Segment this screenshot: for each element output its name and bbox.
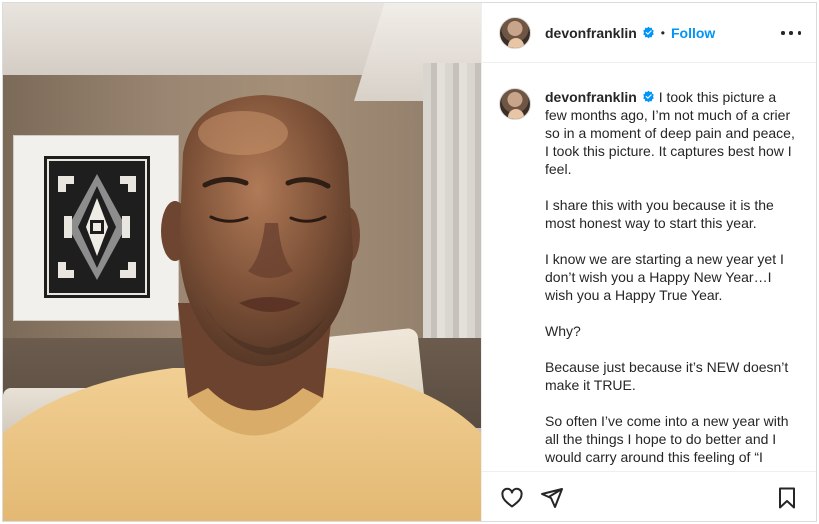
header-separator: •: [660, 25, 665, 40]
post-photo[interactable]: [3, 3, 481, 521]
caption-paragraph: So often I’ve come into a new year with …: [545, 413, 789, 465]
comments-area[interactable]: devonfranklin I took this picture a few …: [482, 64, 816, 469]
author-username[interactable]: devonfranklin: [545, 25, 637, 41]
post-side-panel: devonfranklin • Follow devonfranklin I t…: [481, 3, 816, 521]
caption-author-avatar[interactable]: [499, 88, 531, 120]
caption-username[interactable]: devonfranklin: [545, 89, 637, 105]
caption-paragraph: I share this with you because it is the …: [545, 197, 774, 231]
portrait-illustration: [3, 95, 481, 521]
caption-paragraph: Because just because it’s NEW doesn’t ma…: [545, 359, 789, 393]
more-dot: [789, 31, 793, 35]
verified-badge-icon: [643, 90, 654, 103]
paper-plane-icon[interactable]: [540, 486, 564, 510]
caption-paragraph: Why?: [545, 323, 581, 339]
post-header: devonfranklin • Follow: [482, 3, 816, 63]
man-portrait: [3, 3, 481, 521]
caption-paragraph: devonfranklin I took this picture a few …: [545, 88, 801, 178]
author-avatar[interactable]: [499, 16, 531, 49]
more-dot: [797, 31, 801, 35]
caption-paragraph: I know we are starting a new year yet I …: [545, 251, 784, 303]
instagram-post-modal: devonfranklin • Follow devonfranklin I t…: [2, 2, 817, 522]
follow-button[interactable]: Follow: [671, 25, 715, 41]
bookmark-icon[interactable]: [775, 486, 799, 510]
action-bar: [482, 471, 816, 521]
verified-badge-icon: [643, 26, 654, 39]
more-dot: [781, 31, 785, 35]
caption-row: devonfranklin I took this picture a few …: [499, 88, 803, 466]
post-caption: devonfranklin I took this picture a few …: [545, 88, 801, 466]
heart-icon[interactable]: [500, 486, 524, 510]
more-options-icon[interactable]: [781, 25, 801, 41]
